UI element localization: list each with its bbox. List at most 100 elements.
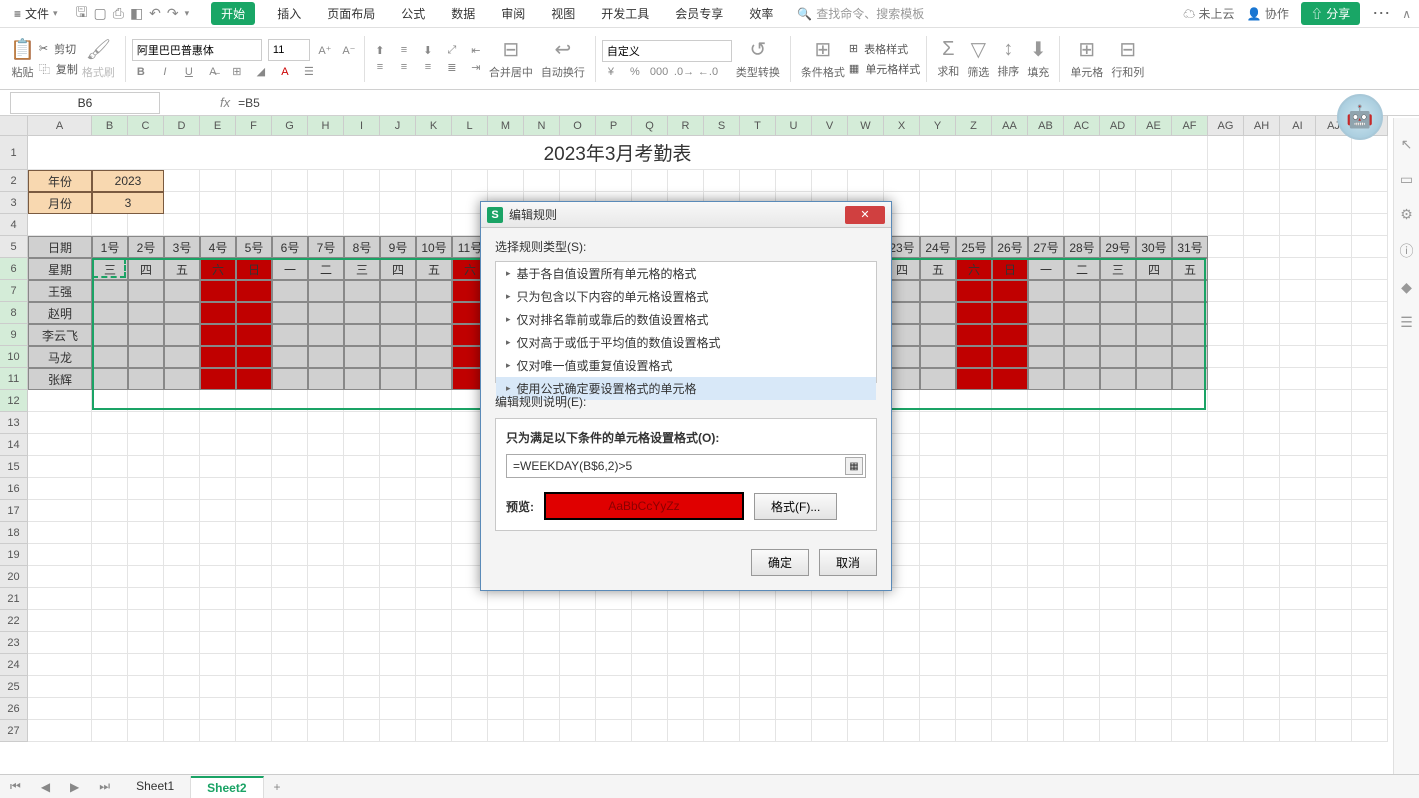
cell[interactable] [236, 478, 272, 500]
cell[interactable] [1136, 324, 1172, 346]
ribbon-tab-3[interactable]: 公式 [397, 2, 429, 25]
cell[interactable] [1136, 632, 1172, 654]
cell[interactable] [272, 566, 308, 588]
cell[interactable] [812, 632, 848, 654]
cell[interactable] [308, 456, 344, 478]
cell[interactable] [1136, 588, 1172, 610]
column-header[interactable]: R [668, 116, 704, 136]
cell[interactable] [524, 588, 560, 610]
column-header[interactable]: AF [1172, 116, 1208, 136]
cell[interactable] [1136, 434, 1172, 456]
cell[interactable] [992, 478, 1028, 500]
cell[interactable] [416, 346, 452, 368]
bookmark-tool-icon[interactable]: ◆ [1401, 279, 1412, 296]
cell[interactable] [1064, 192, 1100, 214]
cell[interactable] [164, 654, 200, 676]
cell[interactable] [1316, 170, 1352, 192]
ribbon-tab-1[interactable]: 插入 [273, 2, 305, 25]
share-button[interactable]: ⇧ 分享 [1301, 2, 1360, 25]
cell[interactable] [1244, 236, 1280, 258]
cell[interactable] [416, 522, 452, 544]
cell[interactable] [200, 522, 236, 544]
cell[interactable] [1244, 500, 1280, 522]
cell[interactable] [308, 302, 344, 324]
cell[interactable] [416, 324, 452, 346]
cut-button[interactable]: ✂剪切 [39, 41, 78, 57]
cell[interactable] [632, 632, 668, 654]
backup-tool-icon[interactable]: ☰ [1400, 314, 1413, 331]
cell[interactable]: 四 [128, 258, 164, 280]
cell[interactable] [920, 170, 956, 192]
cell[interactable] [28, 412, 92, 434]
cell[interactable] [308, 588, 344, 610]
cell[interactable] [272, 654, 308, 676]
cell[interactable] [560, 170, 596, 192]
cell[interactable] [1208, 654, 1244, 676]
cell[interactable] [1136, 698, 1172, 720]
cell[interactable] [1208, 632, 1244, 654]
cell[interactable] [92, 566, 128, 588]
ribbon-tab-4[interactable]: 数据 [447, 2, 479, 25]
cell[interactable] [776, 720, 812, 742]
cell[interactable] [1100, 522, 1136, 544]
row-header[interactable]: 17 [0, 500, 28, 522]
cell[interactable]: 四 [380, 258, 416, 280]
cell[interactable] [92, 544, 128, 566]
cell[interactable] [1028, 500, 1064, 522]
cell[interactable] [956, 390, 992, 412]
cell[interactable] [1172, 302, 1208, 324]
cell[interactable] [1100, 478, 1136, 500]
cell[interactable] [380, 654, 416, 676]
cell[interactable] [1028, 610, 1064, 632]
cell[interactable] [1172, 170, 1208, 192]
cell[interactable] [956, 632, 992, 654]
cursor-tool-icon[interactable]: ↖ [1401, 136, 1413, 153]
cell[interactable] [1208, 368, 1244, 390]
cell[interactable] [308, 566, 344, 588]
cell[interactable] [1136, 610, 1172, 632]
cell[interactable] [308, 478, 344, 500]
cell[interactable] [1352, 214, 1388, 236]
cell[interactable] [668, 632, 704, 654]
cell[interactable] [92, 478, 128, 500]
cell[interactable] [200, 500, 236, 522]
cell[interactable] [416, 544, 452, 566]
cell[interactable] [128, 302, 164, 324]
cell[interactable] [28, 456, 92, 478]
cell[interactable] [1352, 676, 1388, 698]
cell[interactable] [308, 214, 344, 236]
cell[interactable] [1136, 456, 1172, 478]
cell[interactable] [488, 610, 524, 632]
cell[interactable] [1316, 136, 1352, 170]
cell[interactable] [776, 170, 812, 192]
cell[interactable] [920, 214, 956, 236]
cell[interactable] [92, 412, 128, 434]
column-header[interactable]: AE [1136, 116, 1172, 136]
font-name-select[interactable] [132, 39, 262, 61]
cell[interactable]: 29号 [1100, 236, 1136, 258]
cell[interactable] [200, 346, 236, 368]
cell[interactable] [164, 170, 200, 192]
preview-icon[interactable]: ◧ [130, 5, 143, 22]
range-picker-icon[interactable]: ▦ [845, 457, 863, 475]
cell[interactable] [416, 478, 452, 500]
cell[interactable] [1208, 136, 1244, 170]
cell[interactable] [1244, 192, 1280, 214]
cell[interactable] [380, 566, 416, 588]
cell[interactable] [956, 698, 992, 720]
cell[interactable] [1028, 544, 1064, 566]
cell[interactable] [1280, 236, 1316, 258]
cell[interactable] [164, 324, 200, 346]
cell[interactable] [1316, 478, 1352, 500]
cell[interactable] [308, 412, 344, 434]
rule-type-option[interactable]: ▸仅对排名靠前或靠后的数值设置格式 [496, 308, 876, 331]
cell[interactable] [1064, 324, 1100, 346]
cell[interactable] [272, 500, 308, 522]
cell[interactable] [1136, 302, 1172, 324]
cell[interactable]: 马龙 [28, 346, 92, 368]
cell[interactable] [740, 610, 776, 632]
cell[interactable] [776, 610, 812, 632]
align-right-icon[interactable]: ≡ [419, 61, 437, 73]
cell[interactable] [848, 654, 884, 676]
cell[interactable] [668, 698, 704, 720]
